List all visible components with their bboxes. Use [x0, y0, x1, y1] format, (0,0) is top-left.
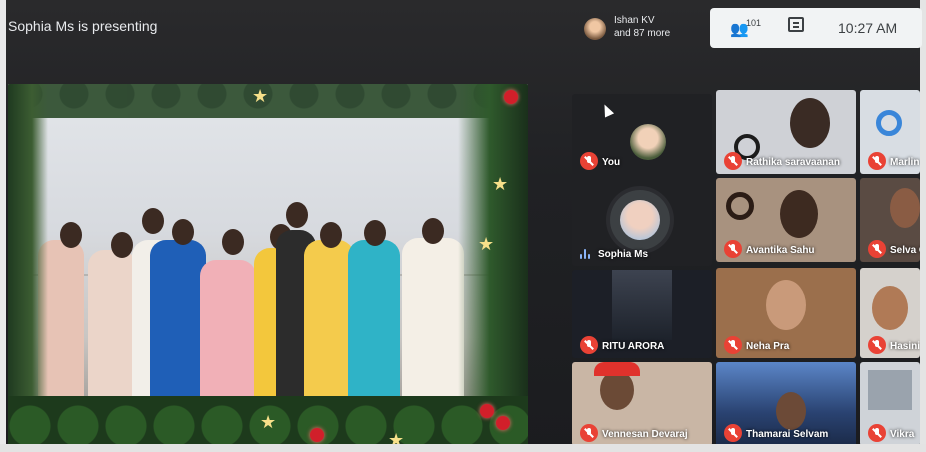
- participant-name: Vennesan Devaraj: [602, 429, 688, 440]
- person-head: [320, 222, 342, 248]
- mic-off-icon: [580, 152, 598, 170]
- presenting-label: Sophia Ms is presenting: [8, 18, 158, 34]
- participant-tile-neha[interactable]: Neha Pra: [716, 268, 856, 358]
- participant-name: Hasini: [890, 341, 920, 352]
- participant-face: [890, 188, 920, 228]
- participant-name: Selva G: [890, 245, 920, 256]
- participant-tile-vikra[interactable]: Vikra: [860, 362, 920, 446]
- santa-hat: [594, 362, 640, 376]
- person: [304, 240, 354, 410]
- person: [150, 240, 206, 410]
- chat-icon[interactable]: [788, 17, 804, 32]
- avatar: [630, 124, 666, 160]
- wreath-decoration: [876, 110, 902, 136]
- participant-tile-you[interactable]: You: [572, 94, 712, 174]
- mic-off-icon: [724, 336, 742, 354]
- mic-off-icon: [724, 240, 742, 258]
- star-decoration: ★: [252, 86, 269, 106]
- participant-name: Rathika saravaanan: [746, 157, 840, 168]
- participant-face: [872, 286, 908, 330]
- participant-tile-marlin[interactable]: Marlin R: [860, 90, 920, 174]
- participant-name: Vikra: [890, 429, 915, 440]
- camera-feed: [612, 270, 672, 340]
- viewers-more: and 87 more: [614, 28, 671, 39]
- presentation-screen[interactable]: ★ ★ ★ ★ ★: [8, 84, 528, 446]
- clock: 10:27 AM: [838, 20, 898, 36]
- person: [348, 240, 400, 410]
- participant-tile-avantika[interactable]: Avantika Sahu: [716, 178, 856, 262]
- person-head: [364, 220, 386, 246]
- camera-feed: [868, 370, 912, 410]
- mic-off-icon: [580, 424, 598, 442]
- participant-tile-hasini[interactable]: Hasini: [860, 268, 920, 358]
- mic-off-icon: [580, 336, 598, 354]
- mic-off-icon: [724, 424, 742, 442]
- participant-tile-sophia[interactable]: Sophia Ms: [572, 180, 712, 266]
- mic-off-icon: [868, 336, 886, 354]
- garland-right: [458, 84, 528, 446]
- participant-name: Sophia Ms: [598, 249, 649, 260]
- participant-tile-thamarai[interactable]: Thamarai Selvam: [716, 362, 856, 446]
- person-head: [142, 208, 164, 234]
- participant-face: [766, 280, 806, 330]
- participant-tile-selva[interactable]: Selva G: [860, 178, 920, 262]
- garland-left: [8, 84, 48, 446]
- person: [88, 250, 136, 410]
- mic-off-icon: [868, 240, 886, 258]
- participant-face: [780, 190, 818, 238]
- participant-name: You: [602, 157, 621, 168]
- mic-off-icon: [868, 152, 886, 170]
- person-head: [111, 232, 133, 258]
- people-count: 101: [746, 18, 762, 28]
- person-head: [222, 229, 244, 255]
- mic-off-icon: [724, 152, 742, 170]
- participant-tile-ritu[interactable]: RITU ARORA: [572, 270, 712, 358]
- star-decoration: ★: [260, 412, 277, 432]
- participant-tile-vennesan[interactable]: Vennesan Devaraj: [572, 362, 712, 446]
- participant-face: [600, 370, 634, 410]
- person-head: [422, 218, 444, 244]
- person-head: [172, 219, 194, 245]
- participant-name: Marlin R: [890, 157, 920, 168]
- viewer-name: Ishan KV: [614, 15, 655, 26]
- bauble-decoration: [504, 90, 518, 104]
- person-head: [286, 202, 308, 228]
- bauble-decoration: [310, 428, 324, 442]
- person: [200, 260, 256, 410]
- participant-face: [776, 392, 806, 430]
- participant-name: Neha Pra: [746, 341, 790, 352]
- speaking-indicator-icon: [580, 249, 592, 259]
- avatar: [620, 200, 660, 240]
- person: [402, 238, 464, 410]
- participant-name: Avantika Sahu: [746, 245, 815, 256]
- bauble-decoration: [496, 416, 510, 430]
- star-decoration: ★: [478, 234, 495, 254]
- photo-edge-bottom: [0, 444, 926, 452]
- participant-name: Thamarai Selvam: [746, 429, 829, 440]
- bauble-decoration: [480, 404, 494, 418]
- person-head: [60, 222, 82, 248]
- wreath-decoration: [726, 192, 754, 220]
- participant-tile-rathika[interactable]: Rathika saravaanan: [716, 90, 856, 174]
- photo-edge-right: [920, 0, 926, 452]
- mic-off-icon: [868, 424, 886, 442]
- viewers-text: Ishan KV and 87 more: [614, 14, 670, 40]
- participant-name: RITU ARORA: [602, 341, 665, 352]
- photo-edge-left: [0, 0, 6, 452]
- participant-face: [790, 98, 830, 148]
- viewer-avatar: [584, 18, 606, 40]
- star-decoration: ★: [492, 174, 509, 194]
- meeting-toolbar: 👥 101 10:27 AM: [710, 8, 922, 48]
